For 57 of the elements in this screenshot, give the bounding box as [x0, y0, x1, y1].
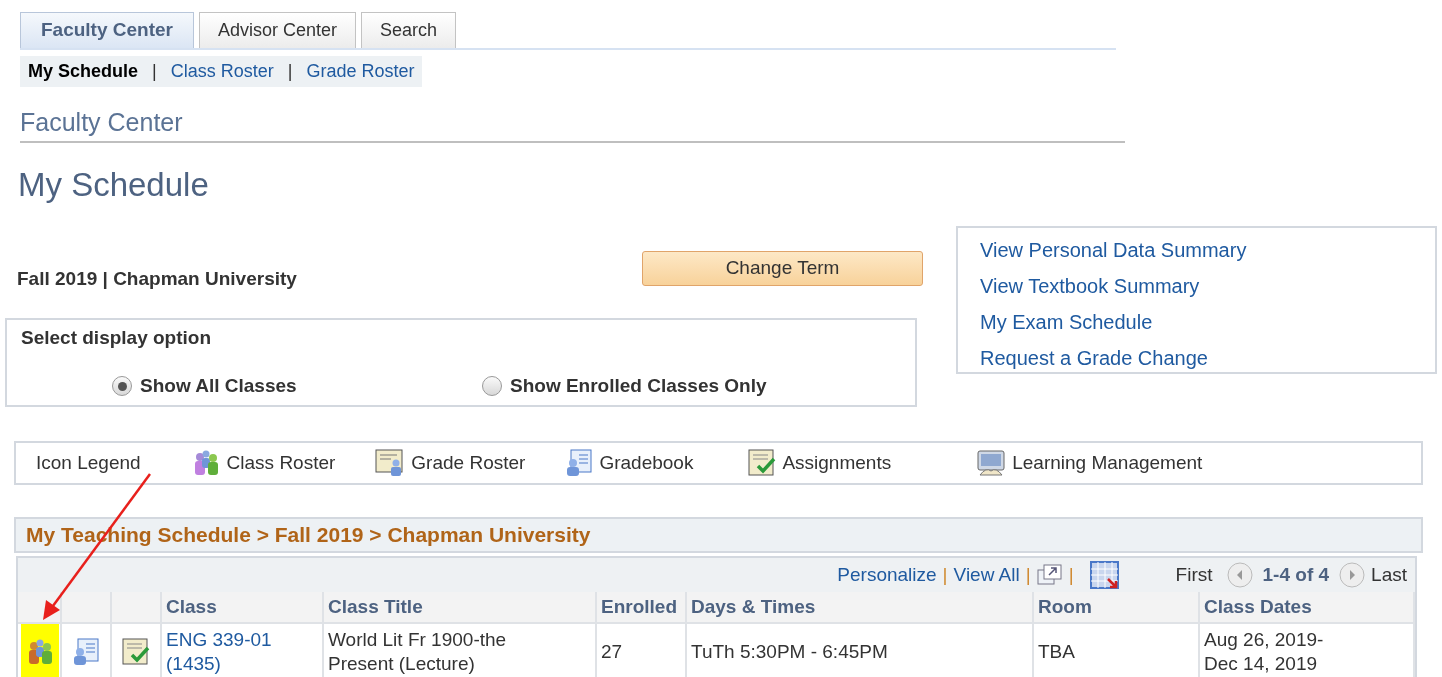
link[interactable]: My Exam Schedule — [980, 304, 1153, 340]
table-cell: TBA — [1034, 624, 1200, 677]
separator: | — [287, 60, 293, 83]
tab[interactable]: Faculty Center — [20, 12, 194, 48]
separator: | — [1068, 562, 1074, 587]
table-cell: Aug 26, 2019- Dec 14, 2019 — [1200, 624, 1415, 677]
legend-label: Icon Legend — [36, 450, 141, 475]
checklist-icon[interactable] — [122, 637, 150, 666]
personalize-link[interactable]: Personalize — [837, 560, 937, 590]
term-heading: Fall 2019 | Chapman University — [17, 267, 297, 291]
column-header: Class — [162, 592, 324, 624]
page-title: My Schedule — [18, 165, 209, 205]
popout-icon[interactable] — [1036, 564, 1063, 586]
separator: | — [942, 562, 948, 587]
column-header: Class Dates — [1200, 592, 1415, 624]
separator: | — [1025, 562, 1031, 587]
link[interactable]: Request a Grade Change — [980, 340, 1208, 376]
link[interactable]: View Personal Data Summary — [980, 232, 1247, 268]
radio-label: Show All Classes — [140, 374, 297, 398]
page-range: 1-4 of 4 — [1262, 562, 1330, 587]
column-header: Room — [1034, 592, 1200, 624]
first-label: First — [1175, 562, 1213, 587]
view-all-link[interactable]: View All — [953, 560, 1020, 590]
table-cell: 27 — [597, 624, 687, 677]
change-term-button[interactable]: Change Term — [642, 251, 923, 286]
panel-label: Select display option — [21, 326, 212, 350]
legend-text: Gradebook — [599, 450, 694, 475]
legend-text: Assignments — [782, 450, 892, 475]
section-title: Faculty Center — [20, 108, 183, 136]
column-header: Class Title — [324, 592, 597, 624]
radio-button[interactable] — [112, 376, 132, 397]
link[interactable]: View Textbook Summary — [980, 268, 1200, 304]
separator: | — [152, 60, 157, 83]
gradebook-icon — [565, 449, 594, 477]
column-header: Days & Times — [687, 592, 1034, 624]
roster-sheet-icon — [375, 449, 406, 477]
column-header: Enrolled — [597, 592, 687, 624]
last-label: Last — [1371, 562, 1407, 587]
class-link[interactable]: ENG 339-01 (1435) — [166, 627, 272, 676]
next-icon[interactable] — [1339, 562, 1366, 588]
table-cell: World Lit Fr 1900-the Present (Lecture) — [324, 624, 597, 677]
gradebook-icon[interactable] — [72, 637, 100, 666]
subnav-link[interactable]: My Schedule — [28, 58, 139, 85]
checklist-icon — [748, 449, 777, 477]
previous-icon[interactable] — [1226, 562, 1253, 588]
legend-text: Grade Roster — [411, 450, 526, 475]
subnav-link[interactable]: Class Roster — [170, 58, 274, 85]
legend-text: Class Roster — [226, 450, 336, 475]
subnav-link[interactable]: Grade Roster — [306, 58, 415, 85]
tab[interactable]: Search — [361, 12, 457, 48]
radio-button[interactable] — [482, 376, 502, 397]
spreadsheet-download-icon[interactable] — [1089, 561, 1120, 589]
table-cell: TuTh 5:30PM - 6:45PM — [687, 624, 1034, 677]
monitor-book-icon — [976, 449, 1007, 477]
radio-label: Show Enrolled Classes Only — [510, 374, 767, 398]
legend-text: Learning Management — [1012, 450, 1203, 475]
tab[interactable]: Advisor Center — [199, 12, 357, 48]
